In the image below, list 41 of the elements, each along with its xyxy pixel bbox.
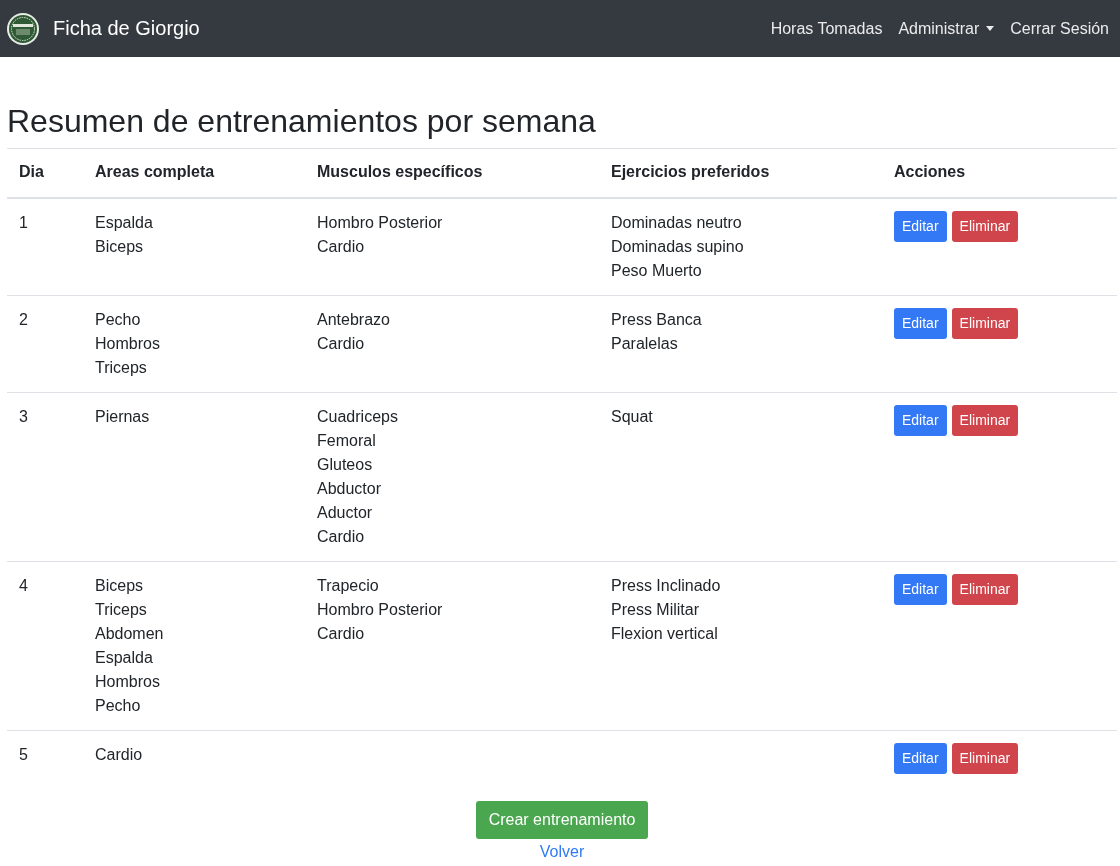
table-cell: Espalda Biceps [95, 214, 153, 256]
create-workout-button[interactable]: Crear entrenamiento [475, 801, 649, 840]
table-cell: 3 [19, 408, 28, 426]
edit-button[interactable]: Editar [894, 405, 947, 437]
column-header: Ejercicios preferidos [599, 148, 882, 199]
seal-logo-icon[interactable] [6, 11, 40, 46]
column-header: Dia [7, 148, 83, 199]
table-cell: Piernas [95, 408, 150, 426]
nav-link[interactable]: Horas Tomadas [770, 19, 883, 38]
column-header: Musculos específicos [305, 148, 599, 199]
delete-button[interactable]: Eliminar [951, 743, 1019, 775]
table-cell: Cardio [95, 746, 143, 764]
back-link[interactable]: Volver [539, 841, 585, 864]
delete-button[interactable]: Eliminar [951, 308, 1019, 340]
column-header: Areas completa [83, 148, 305, 199]
table-cell: Hombro Posterior Cardio [317, 214, 443, 256]
table-cell: Cuadriceps Femoral Gluteos Abductor Aductor Cardio [317, 408, 398, 546]
table-cell: Antebrazo Cardio [317, 311, 390, 353]
edit-button[interactable]: Editar [894, 308, 947, 340]
table-cell: 4 [19, 577, 28, 595]
delete-button[interactable]: Eliminar [951, 574, 1019, 606]
edit-button[interactable]: Editar [894, 574, 947, 606]
dropdown-toggle[interactable]: Administrar [898, 19, 995, 38]
table-cell: 2 [19, 311, 28, 329]
page-title: Resumen de entrenamientos por semana [7, 102, 597, 141]
delete-button[interactable]: Eliminar [951, 211, 1019, 243]
edit-button[interactable]: Editar [894, 743, 947, 775]
table-cell: Dominadas neutro Dominadas supino Peso Muerto [611, 214, 744, 280]
edit-button[interactable]: Editar [894, 211, 947, 243]
table-cell: 1 [19, 214, 28, 232]
delete-button[interactable]: Eliminar [951, 405, 1019, 437]
column-header: Acciones [882, 148, 1117, 199]
table-cell: Press Inclinado Press Militar Flexion vertical [611, 577, 721, 643]
table-cell: Pecho Hombros Triceps [95, 311, 160, 377]
table-cell: Squat [611, 408, 653, 426]
table-cell: Press Banca Paralelas [611, 311, 702, 353]
nav-link[interactable]: Cerrar Sesión [1010, 19, 1109, 38]
table-cell: Trapecio Hombro Posterior Cardio [317, 577, 443, 643]
brand-link[interactable]: Ficha de Giorgio [53, 17, 200, 40]
table-cell: 5 [19, 746, 28, 764]
table-cell: Biceps Triceps Abdomen Espalda Hombros Pecho [95, 577, 164, 715]
